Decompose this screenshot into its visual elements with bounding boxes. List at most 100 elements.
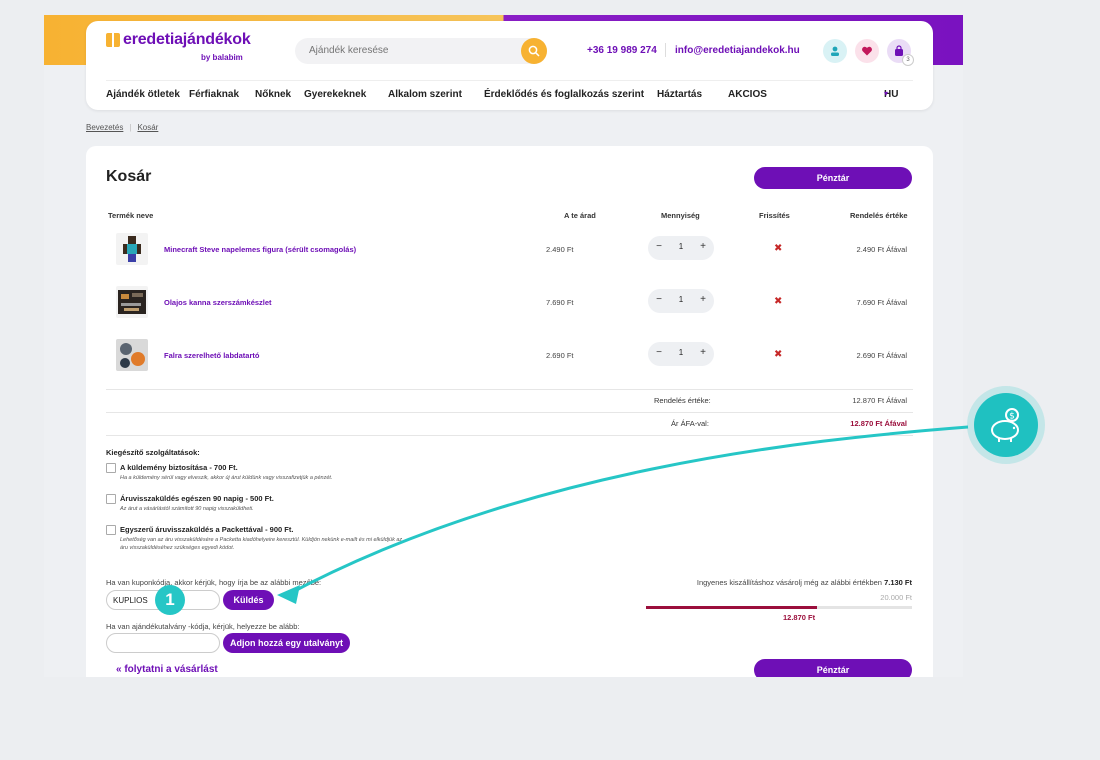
- quantity-stepper: − 1 +: [648, 342, 714, 366]
- column-header-price: A te árad: [564, 211, 596, 220]
- quantity-value[interactable]: 1: [675, 295, 687, 304]
- cart-card: Kosár Pénztár Termék neve A te árad Menn…: [86, 146, 933, 677]
- checkout-button-top[interactable]: Pénztár: [754, 167, 912, 189]
- email-link[interactable]: info@eredetiajandekok.hu: [675, 45, 800, 56]
- quantity-decrease-button[interactable]: −: [653, 241, 665, 252]
- nav-item-kids[interactable]: Gyerekeknek: [304, 89, 366, 100]
- divider: [106, 389, 913, 390]
- vat-total-label: Ár ÁFA-val:: [671, 419, 709, 428]
- table-row: Minecraft Steve napelemes figura (sérült…: [106, 232, 913, 268]
- cart-count-badge: 3: [902, 54, 914, 66]
- page-viewport: eredetiajándékok by balabim +36 19 989 2…: [44, 15, 963, 677]
- vat-total-value: 12.870 Ft Áfával: [850, 419, 907, 428]
- table-row: Olajos kanna szerszámkészlet 7.690 Ft − …: [106, 285, 913, 321]
- coupon-label: Ha van kuponkódja, akkor kérjük, hogy ír…: [106, 578, 322, 587]
- site-logo[interactable]: eredetiajándékok by balabim: [106, 31, 251, 62]
- logo-subtitle: by balabim: [201, 53, 243, 62]
- services-title: Kiegészítő szolgáltatások:: [106, 448, 200, 457]
- nav-item-men[interactable]: Férfiaknak: [189, 89, 239, 100]
- add-voucher-button[interactable]: Adjon hozzá egy utalványt: [223, 633, 350, 653]
- search-bar: [295, 38, 547, 64]
- logo-name: eredetiajándékok: [123, 31, 251, 48]
- service-return-90-checkbox[interactable]: [106, 494, 116, 504]
- cart-button[interactable]: 3: [887, 39, 914, 66]
- service-description: Az árut a vásárlástól számított 90 napig…: [120, 506, 254, 512]
- service-insurance-checkbox[interactable]: [106, 463, 116, 473]
- quantity-value[interactable]: 1: [675, 348, 687, 357]
- nav-item-sale[interactable]: AKCIOS: [728, 89, 767, 100]
- svg-text:$: $: [1009, 412, 1015, 422]
- quantity-decrease-button[interactable]: −: [653, 294, 665, 305]
- product-price: 2.690 Ft: [546, 351, 574, 360]
- header-divider: [106, 80, 913, 81]
- service-description: Lehetőség van az áru visszaküldésére a P…: [120, 537, 403, 551]
- product-name-link[interactable]: Falra szerelhető labdatartó: [164, 351, 259, 360]
- divider: [106, 435, 913, 436]
- voucher-input[interactable]: [106, 633, 220, 653]
- breadcrumb-cart-link[interactable]: Kosár: [137, 123, 158, 132]
- service-title: Egyszerű áruvisszaküldés a Packettával -…: [120, 525, 294, 534]
- phone-link[interactable]: +36 19 989 274: [587, 45, 657, 56]
- free-shipping-current: 12.870 Ft: [783, 613, 816, 622]
- nav-item-women[interactable]: Nőknek: [255, 89, 291, 100]
- column-header-update: Frissítés: [759, 211, 790, 220]
- table-row: Falra szerelhető labdatartó 2.690 Ft − 1…: [106, 338, 913, 374]
- remove-item-icon[interactable]: ✖: [774, 349, 782, 360]
- piggy-bank-badge: $: [967, 386, 1045, 464]
- nav-item-household[interactable]: Háztartás: [657, 89, 702, 100]
- chevron-down-icon: ▾: [884, 89, 889, 98]
- service-description: Ha a küldemény sérül vagy elveszik, akko…: [120, 475, 333, 481]
- product-thumbnail[interactable]: [116, 286, 148, 318]
- heart-icon: [862, 46, 872, 56]
- quantity-value[interactable]: 1: [675, 242, 687, 251]
- product-price: 7.690 Ft: [546, 298, 574, 307]
- column-header-name: Termék neve: [108, 211, 154, 220]
- breadcrumb-home-link[interactable]: Bevezetés: [86, 123, 123, 132]
- free-shipping-text: Ingyenes kiszállításhoz vásárolj még az …: [697, 578, 912, 587]
- line-total: 2.490 Ft Áfával: [856, 245, 907, 254]
- column-header-total: Rendelés értéke: [850, 211, 908, 220]
- main-navigation: Ajándék ötletek Férfiaknak Nőknek Gyerek…: [106, 89, 913, 103]
- line-total: 2.690 Ft Áfával: [856, 351, 907, 360]
- order-value-label: Rendelés értéke:: [654, 396, 711, 405]
- voucher-label: Ha van ajándékutalvány -kódja, kérjük, h…: [106, 622, 300, 631]
- continue-shopping-link[interactable]: « folytatni a vásárlást: [116, 664, 218, 675]
- search-icon: [528, 45, 540, 57]
- piggy-bank-icon: $: [991, 408, 1019, 442]
- step-number-badge: 1: [155, 585, 185, 615]
- service-title: A küldemény biztosítása - 700 Ft.: [120, 463, 238, 472]
- product-thumbnail[interactable]: [116, 233, 148, 265]
- wishlist-button[interactable]: [855, 39, 879, 63]
- product-name-link[interactable]: Minecraft Steve napelemes figura (sérült…: [164, 245, 356, 254]
- divider: [106, 412, 913, 413]
- remove-item-icon[interactable]: ✖: [774, 296, 782, 307]
- line-total: 7.690 Ft Áfával: [856, 298, 907, 307]
- service-packetta-checkbox[interactable]: [106, 525, 116, 535]
- nav-item-gift-ideas[interactable]: Ajándék ötletek: [106, 89, 180, 100]
- order-value: 12.870 Ft Áfával: [852, 396, 907, 405]
- product-name-link[interactable]: Olajos kanna szerszámkészlet: [164, 298, 272, 307]
- checkout-button-bottom[interactable]: Pénztár: [754, 659, 912, 677]
- quantity-increase-button[interactable]: +: [697, 347, 709, 358]
- quantity-decrease-button[interactable]: −: [653, 347, 665, 358]
- product-price: 2.490 Ft: [546, 245, 574, 254]
- free-shipping-message: Ingyenes kiszállításhoz vásárolj még az …: [696, 578, 882, 587]
- quantity-increase-button[interactable]: +: [697, 241, 709, 252]
- free-shipping-threshold: 20.000 Ft: [880, 593, 912, 602]
- breadcrumb: Bevezetés | Kosár: [86, 123, 159, 132]
- coupon-submit-button[interactable]: Küldés: [223, 590, 274, 610]
- divider: [665, 43, 666, 57]
- nav-item-occasion[interactable]: Alkalom szerint: [388, 89, 462, 100]
- quantity-stepper: − 1 +: [648, 236, 714, 260]
- search-button[interactable]: [521, 38, 547, 64]
- product-thumbnail[interactable]: [116, 339, 148, 371]
- remove-item-icon[interactable]: ✖: [774, 243, 782, 254]
- progress-fill: [646, 606, 818, 609]
- nav-item-interests[interactable]: Érdeklődés és foglalkozás szerint: [484, 89, 644, 100]
- quantity-increase-button[interactable]: +: [697, 294, 709, 305]
- account-button[interactable]: [823, 39, 847, 63]
- column-header-quantity: Mennyiség: [661, 211, 700, 220]
- search-input[interactable]: [307, 44, 511, 57]
- user-icon: [831, 46, 839, 56]
- gift-icon: [106, 33, 120, 47]
